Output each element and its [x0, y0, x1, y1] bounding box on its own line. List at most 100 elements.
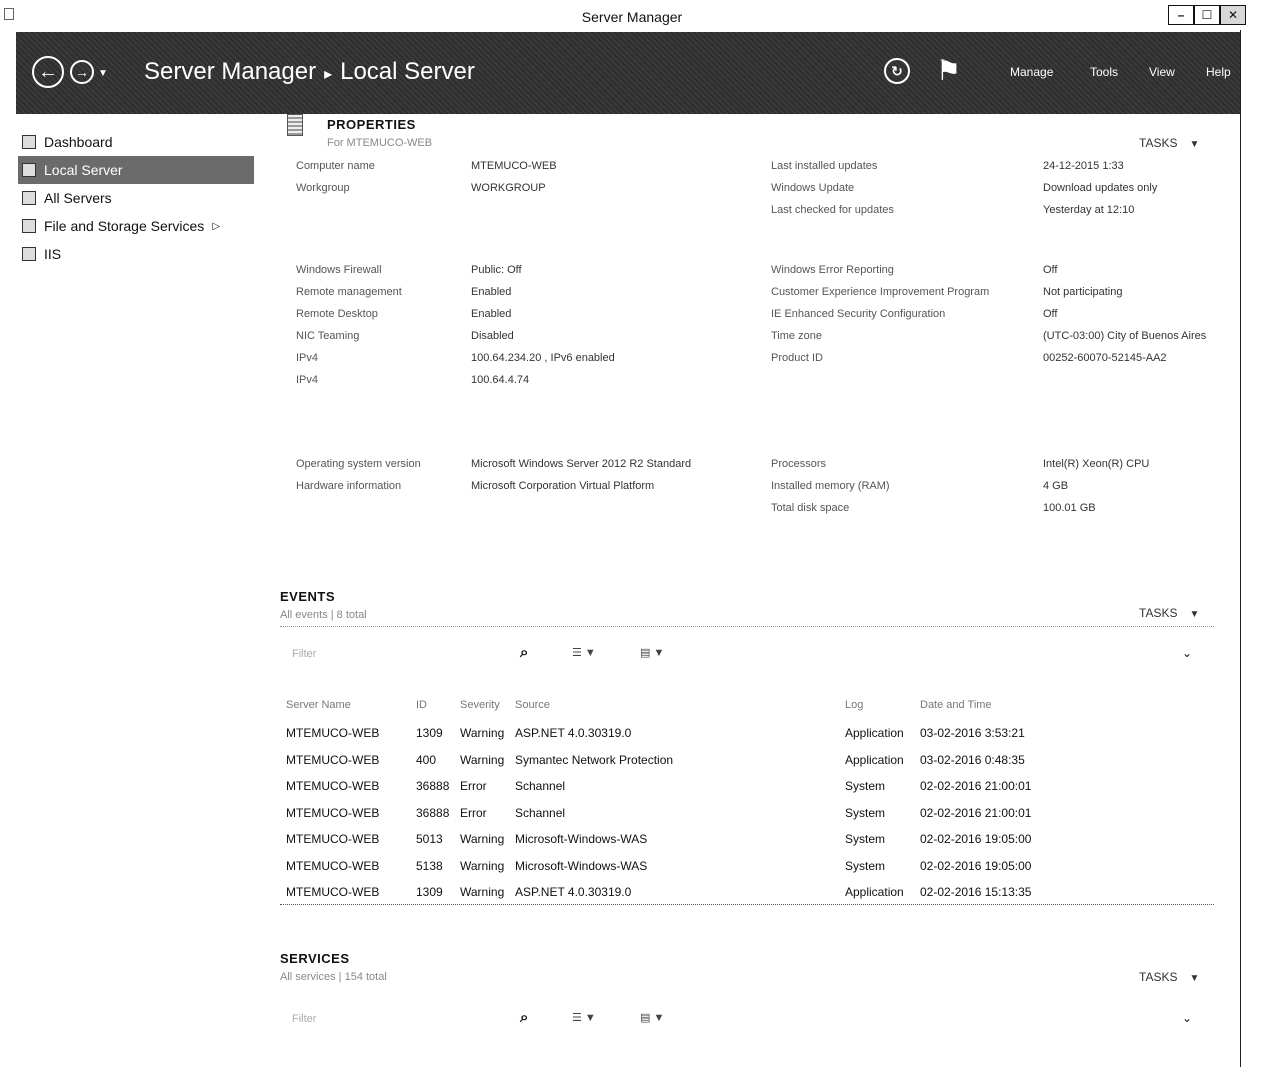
property-value[interactable]: Enabled: [471, 286, 511, 298]
services-filter-input[interactable]: Filter: [292, 1013, 316, 1025]
history-dropdown[interactable]: ▼: [98, 68, 108, 79]
table-row[interactable]: MTEMUCO-WEB 1309 Warning ASP.NET 4.0.30319.…: [286, 720, 1120, 747]
property-value[interactable]: (UTC-03:00) City of Buenos Aires: [1043, 330, 1206, 342]
refresh-button[interactable]: ↻: [884, 58, 910, 84]
save-query-icon[interactable]: ▤ ▼: [640, 646, 664, 659]
list-options-icon[interactable]: ☰ ▼: [572, 646, 596, 659]
property-value[interactable]: Intel(R) Xeon(R) CPU: [1043, 458, 1149, 470]
property-value[interactable]: WORKGROUP: [471, 182, 546, 194]
property-label: Processors: [771, 458, 827, 470]
sidebar-item-iis[interactable]: IIS: [18, 240, 254, 268]
table-cell: 02-02-2016 21:00:01: [920, 805, 1032, 820]
table-cell: MTEMUCO-WEB: [286, 779, 380, 794]
table-cell: Warning: [460, 726, 505, 741]
table-cell: Application: [845, 885, 904, 900]
menu-view[interactable]: View: [1149, 65, 1175, 79]
events-tasks-button[interactable]: TASKS ▼: [1139, 606, 1199, 620]
search-icon[interactable]: ⌕: [520, 1009, 528, 1026]
column-header-source[interactable]: Source: [515, 690, 845, 720]
property-value[interactable]: Download updates only: [1043, 182, 1157, 194]
table-row[interactable]: MTEMUCO-WEB 5013 Warning Microsoft-Windows-…: [286, 826, 1120, 853]
close-button[interactable]: ✕: [1220, 5, 1246, 25]
table-row[interactable]: MTEMUCO-WEB 5138 Warning Microsoft-Windows-…: [286, 853, 1120, 880]
table-cell: Error: [460, 805, 487, 820]
chevron-down-icon[interactable]: ⌄: [1182, 1011, 1192, 1025]
property-label: Installed memory (RAM): [771, 480, 890, 492]
property-value[interactable]: 100.64.4.74: [471, 374, 529, 386]
column-header-log[interactable]: Log: [845, 690, 920, 720]
sidebar-item-label: Dashboard: [44, 134, 113, 150]
property-value[interactable]: Public: Off: [471, 264, 522, 276]
save-query-icon[interactable]: ▤ ▼: [640, 1011, 664, 1024]
table-cell: 03-02-2016 3:53:21: [920, 726, 1025, 741]
events-title: EVENTS: [280, 589, 336, 604]
chevron-down-icon: ▼: [1189, 609, 1200, 620]
property-label: Workgroup: [296, 182, 350, 194]
column-header-server-name[interactable]: Server Name: [286, 690, 416, 720]
property-value[interactable]: 100.01 GB: [1043, 502, 1096, 514]
services-tasks-button[interactable]: TASKS ▼: [1139, 970, 1199, 984]
forward-button[interactable]: →: [70, 60, 94, 84]
table-row[interactable]: MTEMUCO-WEB 36888 Error Schannel System 02-02…: [286, 800, 1120, 827]
dashboard-icon: [22, 135, 36, 149]
sidebar-item-file-storage[interactable]: File and Storage Services ▷: [18, 212, 254, 240]
window-border: [1240, 30, 1241, 1067]
property-value[interactable]: 4 GB: [1043, 480, 1068, 492]
property-value[interactable]: 100.64.234.20 , IPv6 enabled: [471, 352, 615, 364]
breadcrumb: Server Manager ▸ Local Server: [144, 58, 475, 86]
expand-arrow-icon[interactable]: ▷: [212, 221, 220, 232]
table-cell: Application: [845, 726, 904, 741]
property-label: IPv4: [296, 374, 319, 386]
table-row[interactable]: MTEMUCO-WEB 400 Warning Symantec Network Pr…: [286, 747, 1120, 774]
sidebar-item-local-server[interactable]: Local Server: [18, 156, 254, 184]
table-row[interactable]: MTEMUCO-WEB 1309 Warning ASP.NET 4.0.30319.…: [286, 879, 1120, 906]
table-cell: MTEMUCO-WEB: [286, 885, 380, 900]
maximize-button[interactable]: ☐: [1194, 5, 1220, 25]
property-label: Customer Experience Improvement Program: [771, 286, 990, 298]
breadcrumb-separator: ▸: [324, 66, 333, 83]
menu-manage[interactable]: Manage: [1010, 65, 1053, 79]
property-value[interactable]: Microsoft Windows Server 2012 R2 Standar…: [471, 458, 691, 470]
property-value[interactable]: Not participating: [1043, 286, 1123, 298]
column-header-severity[interactable]: Severity: [460, 690, 515, 720]
servers-icon: [22, 191, 36, 205]
sidebar-item-all-servers[interactable]: All Servers: [18, 184, 254, 212]
properties-tasks-button[interactable]: TASKS ▼: [1139, 136, 1199, 150]
menu-tools[interactable]: Tools: [1090, 65, 1118, 79]
table-cell: Schannel: [515, 805, 566, 820]
table-cell: 36888: [416, 779, 450, 794]
services-panel: Filter ⌕ ☰ ▼ ▤ ▼ ⌄: [280, 1005, 1214, 1045]
property-value[interactable]: Enabled: [471, 308, 511, 320]
column-header-date-time[interactable]: Date and Time: [920, 690, 1120, 720]
tasks-label: TASKS: [1139, 606, 1178, 620]
table-cell: Warning: [460, 832, 505, 847]
events-subtitle: All events | 8 total: [280, 609, 367, 621]
property-value[interactable]: Off: [1043, 308, 1057, 320]
property-value[interactable]: Off: [1043, 264, 1057, 276]
chevron-down-icon[interactable]: ⌄: [1182, 646, 1192, 660]
property-value[interactable]: Microsoft Corporation Virtual Platform: [471, 480, 654, 492]
breadcrumb-current: Local Server: [340, 58, 475, 85]
table-row[interactable]: MTEMUCO-WEB 36888 Error Schannel System 02-02…: [286, 773, 1120, 800]
property-label: Operating system version: [296, 458, 421, 470]
table-cell: Microsoft-Windows-WAS: [515, 832, 648, 847]
property-value[interactable]: 00252-60070-52145-AA2: [1043, 352, 1167, 364]
table-cell: 5138: [416, 858, 443, 873]
breadcrumb-root[interactable]: Server Manager: [144, 58, 316, 85]
table-cell: MTEMUCO-WEB: [286, 726, 380, 741]
table-cell: ASP.NET 4.0.30319.0: [515, 726, 632, 741]
events-filter-input[interactable]: Filter: [292, 648, 316, 660]
search-icon[interactable]: ⌕: [520, 644, 528, 661]
notifications-flag[interactable]: ⚑: [936, 54, 962, 86]
property-value[interactable]: 24-12-2015 1:33: [1043, 160, 1124, 172]
property-value[interactable]: Yesterday at 12:10: [1043, 204, 1134, 216]
menu-help[interactable]: Help: [1206, 65, 1231, 79]
sidebar-item-dashboard[interactable]: Dashboard: [18, 128, 254, 156]
back-button[interactable]: ←: [32, 56, 64, 88]
property-label: Windows Firewall: [296, 264, 382, 276]
minimize-button[interactable]: –: [1168, 5, 1194, 25]
property-value[interactable]: MTEMUCO-WEB: [471, 160, 557, 172]
property-value[interactable]: Disabled: [471, 330, 514, 342]
list-options-icon[interactable]: ☰ ▼: [572, 1011, 596, 1024]
column-header-id[interactable]: ID: [416, 690, 460, 720]
